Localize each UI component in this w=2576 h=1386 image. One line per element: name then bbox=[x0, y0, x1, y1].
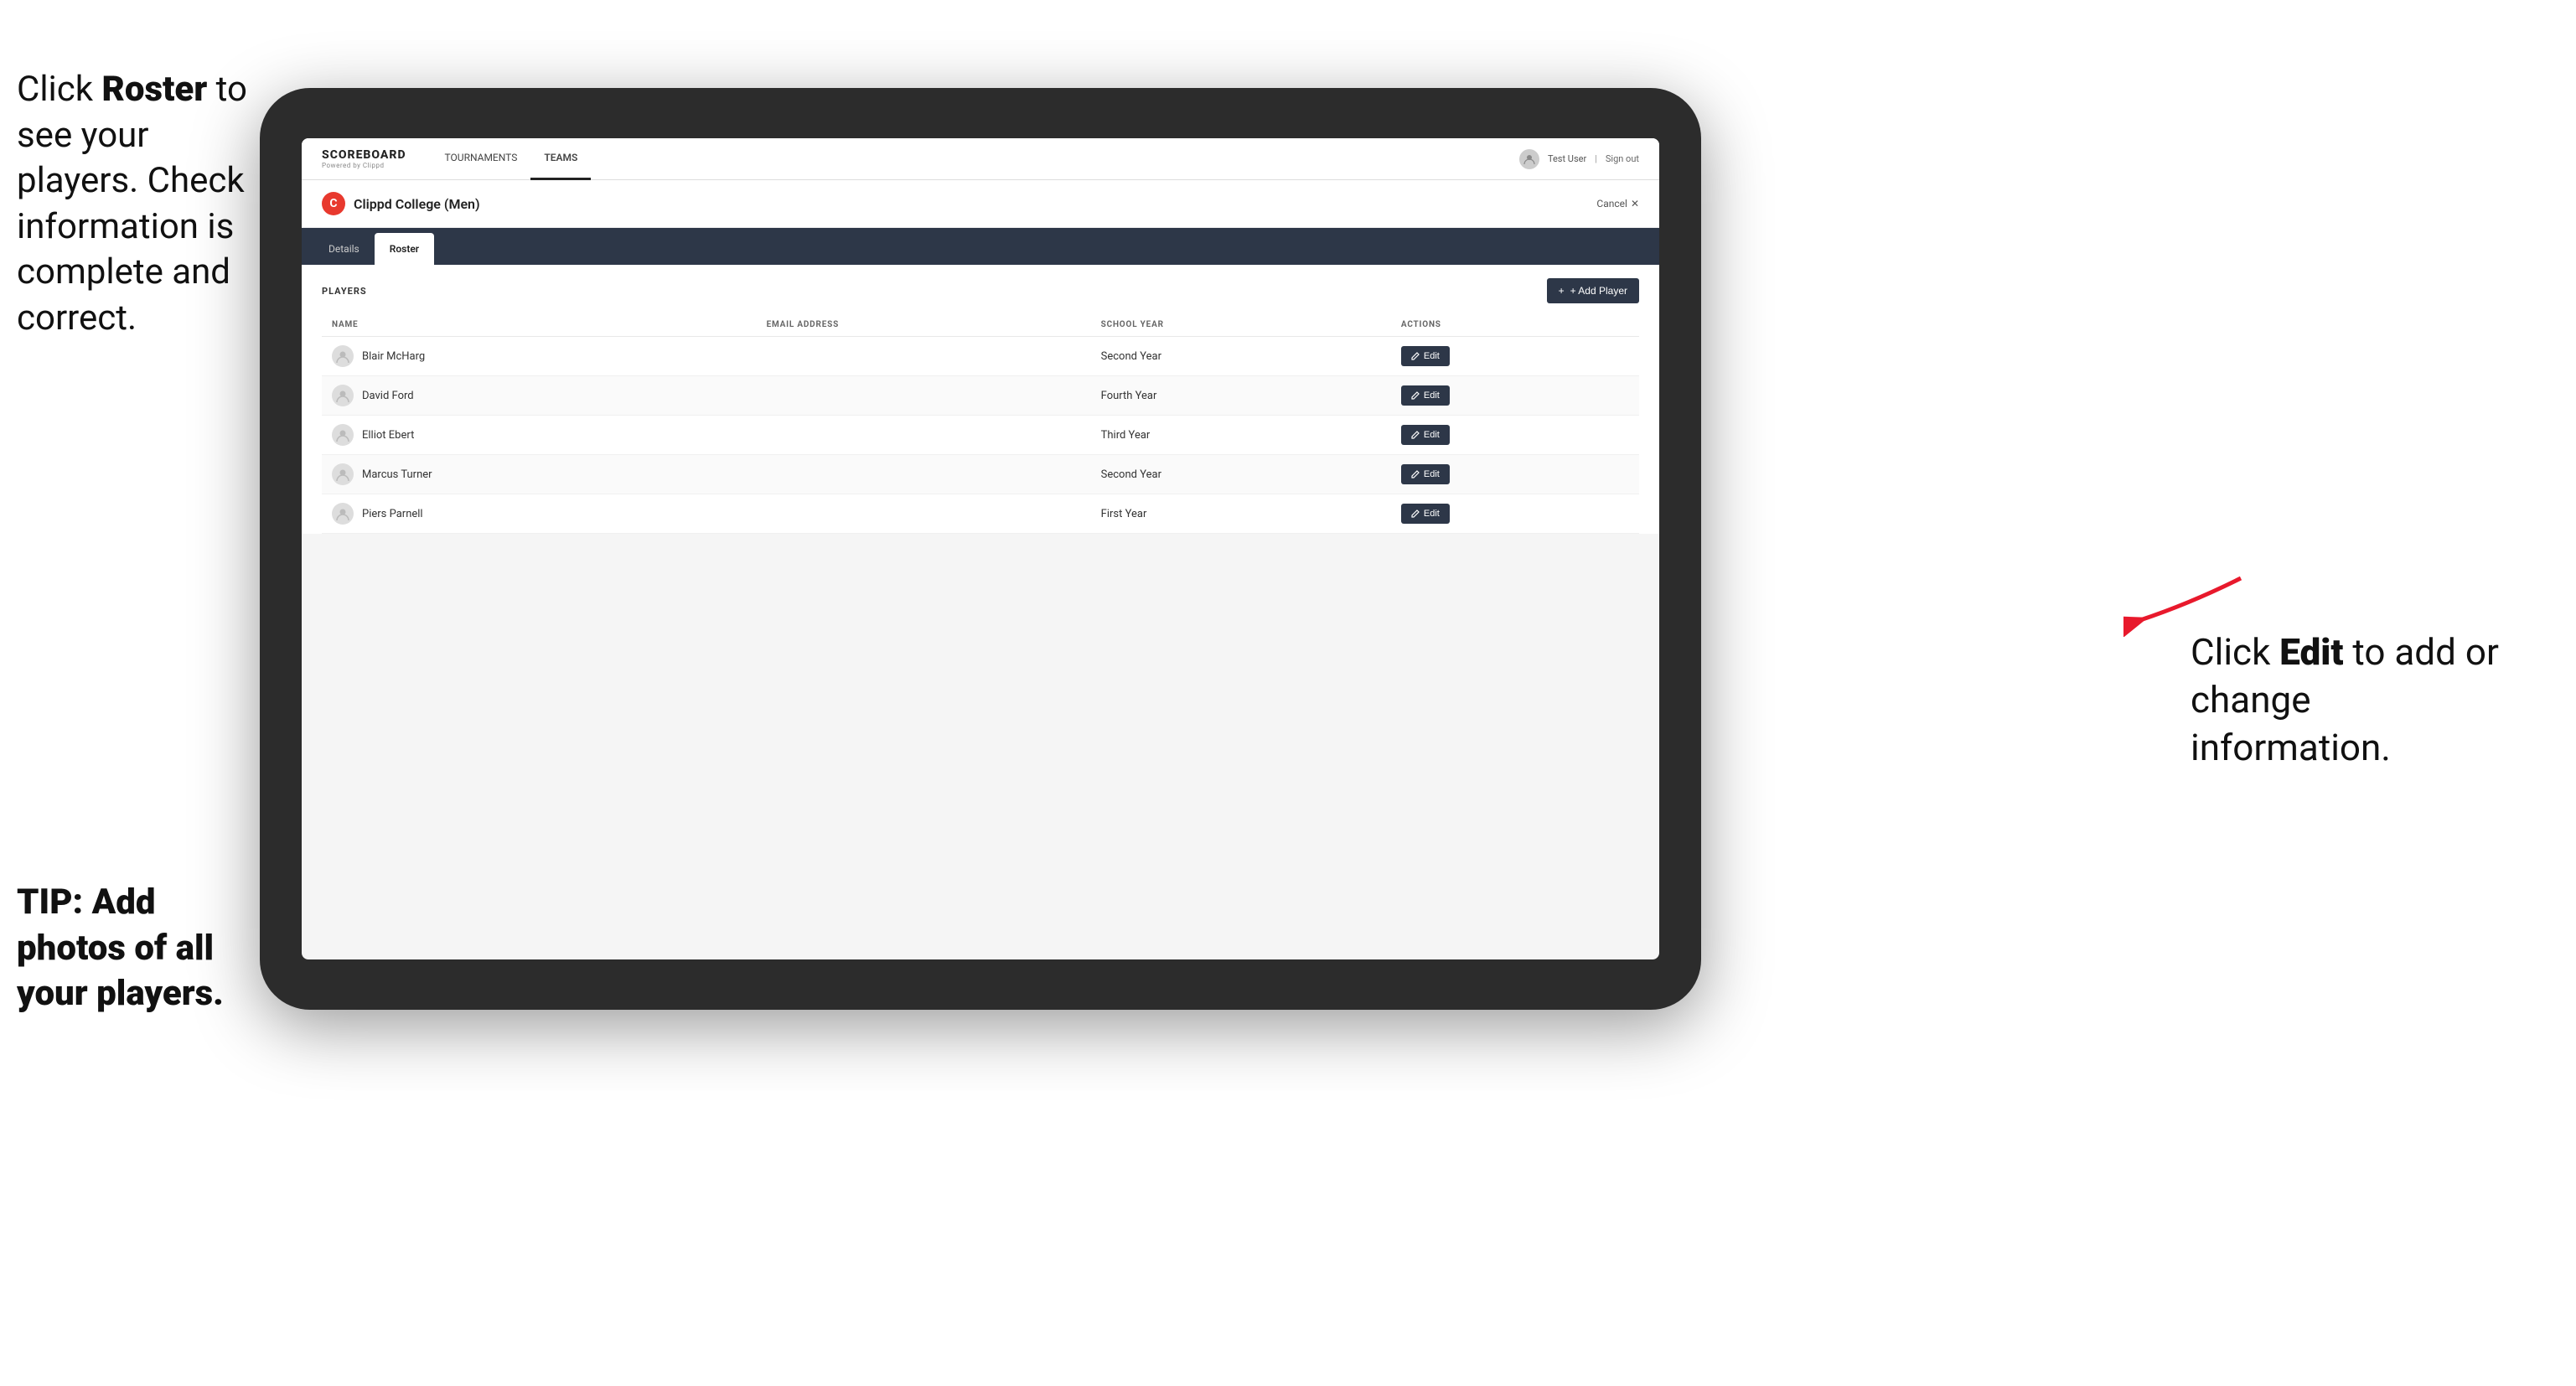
player-year-cell-1: Fourth Year bbox=[1091, 376, 1391, 416]
player-avatar bbox=[332, 385, 354, 406]
tablet-frame: SCOREBOARD Powered by Clippd TOURNAMENTS… bbox=[260, 88, 1701, 1010]
player-name-cell-3: Marcus Turner bbox=[322, 455, 757, 494]
player-actions-cell-3: Edit bbox=[1391, 455, 1639, 494]
player-name: David Ford bbox=[362, 390, 414, 402]
table-row: Marcus Turner Second Year Edit bbox=[322, 455, 1639, 494]
player-actions-cell-4: Edit bbox=[1391, 494, 1639, 534]
players-header: PLAYERS + + Add Player bbox=[322, 278, 1639, 303]
tab-roster[interactable]: Roster bbox=[375, 233, 434, 265]
player-avatar bbox=[332, 503, 354, 525]
table-row: Elliot Ebert Third Year Edit bbox=[322, 416, 1639, 455]
tablet-screen: SCOREBOARD Powered by Clippd TOURNAMENTS… bbox=[302, 138, 1659, 959]
add-player-button[interactable]: + + Add Player bbox=[1547, 278, 1639, 303]
players-title: PLAYERS bbox=[322, 286, 367, 297]
edit-button-1[interactable]: Edit bbox=[1401, 385, 1450, 406]
edit-icon bbox=[1411, 352, 1420, 360]
roster-table: NAME EMAIL ADDRESS SCHOOL YEAR ACTIONS B… bbox=[322, 313, 1639, 534]
player-name: Blair McHarg bbox=[362, 350, 425, 363]
player-avatar bbox=[332, 345, 354, 367]
tabs-bar: Details Roster bbox=[302, 228, 1659, 265]
edit-button-4[interactable]: Edit bbox=[1401, 504, 1450, 524]
nav-tournaments[interactable]: TOURNAMENTS bbox=[432, 138, 531, 180]
instruction-tip: TIP: Add photos of all your players. bbox=[17, 880, 260, 1017]
col-name: NAME bbox=[322, 313, 757, 337]
player-name-cell-0: Blair McHarg bbox=[322, 337, 757, 376]
edit-icon bbox=[1411, 509, 1420, 518]
player-name: Piers Parnell bbox=[362, 508, 423, 520]
player-actions-cell-2: Edit bbox=[1391, 416, 1639, 455]
edit-arrow bbox=[2123, 570, 2258, 637]
instruction-right: Click Edit to add or change information. bbox=[2191, 628, 2509, 773]
col-email: EMAIL ADDRESS bbox=[757, 313, 1091, 337]
app-header: SCOREBOARD Powered by Clippd TOURNAMENTS… bbox=[302, 138, 1659, 180]
edit-button-0[interactable]: Edit bbox=[1401, 346, 1450, 366]
player-avatar bbox=[332, 463, 354, 485]
edit-bold: Edit bbox=[2279, 630, 2343, 674]
header-user: Test User bbox=[1548, 153, 1586, 164]
player-year-cell-0: Second Year bbox=[1091, 337, 1391, 376]
player-name: Marcus Turner bbox=[362, 468, 432, 481]
instruction-top: Click Roster to see your players. Check … bbox=[17, 67, 260, 342]
team-logo: C bbox=[322, 192, 345, 215]
cancel-button[interactable]: Cancel ✕ bbox=[1596, 198, 1639, 209]
player-name-cell-4: Piers Parnell bbox=[322, 494, 757, 534]
logo-area: SCOREBOARD Powered by Clippd bbox=[322, 148, 406, 169]
col-school-year: SCHOOL YEAR bbox=[1091, 313, 1391, 337]
edit-button-3[interactable]: Edit bbox=[1401, 464, 1450, 484]
player-email-cell-0 bbox=[757, 337, 1091, 376]
player-avatar bbox=[332, 424, 354, 446]
table-row: Blair McHarg Second Year Edit bbox=[322, 337, 1639, 376]
team-title-bar: C Clippd College (Men) Cancel ✕ bbox=[302, 180, 1659, 228]
edit-icon bbox=[1411, 470, 1420, 478]
player-actions-cell-0: Edit bbox=[1391, 337, 1639, 376]
user-icon bbox=[1519, 149, 1539, 169]
edit-button-2[interactable]: Edit bbox=[1401, 425, 1450, 445]
table-row: David Ford Fourth Year Edit bbox=[322, 376, 1639, 416]
players-section: PLAYERS + + Add Player NAME EMAIL ADDRES… bbox=[302, 265, 1659, 534]
player-email-cell-1 bbox=[757, 376, 1091, 416]
player-name-cell-2: Elliot Ebert bbox=[322, 416, 757, 455]
player-year-cell-2: Third Year bbox=[1091, 416, 1391, 455]
table-row: Piers Parnell First Year Edit bbox=[322, 494, 1639, 534]
roster-bold: Roster bbox=[101, 69, 207, 110]
header-right: Test User | Sign out bbox=[1519, 149, 1639, 169]
edit-icon bbox=[1411, 431, 1420, 439]
player-email-cell-2 bbox=[757, 416, 1091, 455]
logo-text: SCOREBOARD bbox=[322, 148, 406, 162]
player-email-cell-4 bbox=[757, 494, 1091, 534]
player-year-cell-3: Second Year bbox=[1091, 455, 1391, 494]
player-actions-cell-1: Edit bbox=[1391, 376, 1639, 416]
player-email-cell-3 bbox=[757, 455, 1091, 494]
col-actions: ACTIONS bbox=[1391, 313, 1639, 337]
nav-items: TOURNAMENTS TEAMS bbox=[432, 138, 1519, 180]
logo-sub: Powered by Clippd bbox=[322, 162, 406, 169]
player-name: Elliot Ebert bbox=[362, 429, 414, 442]
header-signout[interactable]: Sign out bbox=[1606, 153, 1639, 164]
edit-icon bbox=[1411, 391, 1420, 400]
add-player-icon: + bbox=[1559, 285, 1565, 297]
player-name-cell-1: David Ford bbox=[322, 376, 757, 416]
tab-details[interactable]: Details bbox=[313, 233, 375, 265]
nav-teams[interactable]: TEAMS bbox=[530, 138, 591, 180]
team-name: Clippd College (Men) bbox=[354, 196, 1596, 212]
player-year-cell-4: First Year bbox=[1091, 494, 1391, 534]
